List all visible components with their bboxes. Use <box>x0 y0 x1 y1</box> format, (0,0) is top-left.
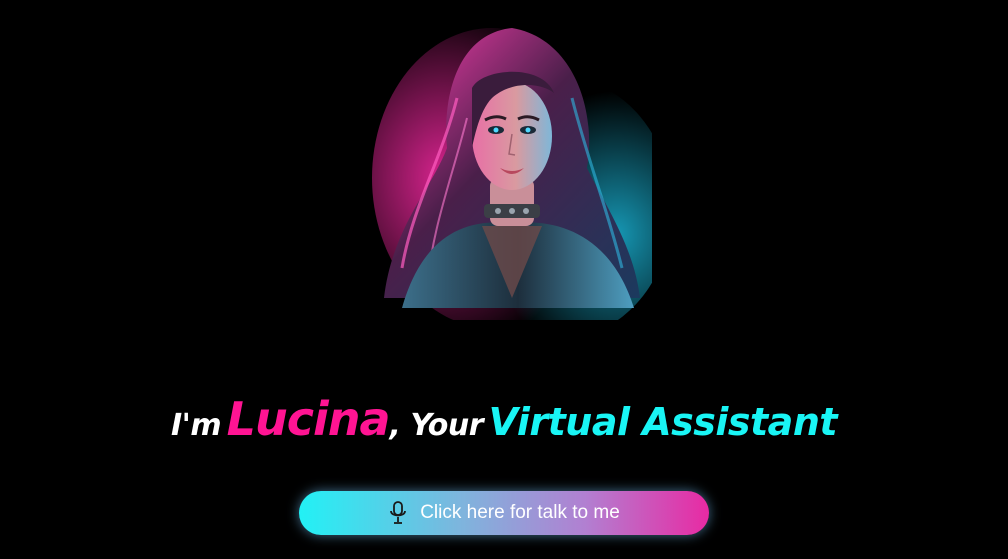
headline-your: , Your <box>389 408 484 443</box>
headline: I'm Lucina, Your Virtual Assistant <box>0 392 1008 446</box>
avatar-portrait-icon <box>372 28 652 320</box>
avatar-image <box>372 8 652 320</box>
headline-intro: I'm <box>170 408 222 443</box>
page: I'm Lucina, Your Virtual Assistant Click… <box>0 0 1008 559</box>
assistant-name: Lucina <box>226 392 391 446</box>
microphone-icon <box>388 500 408 526</box>
talk-button[interactable]: Click here for talk to me <box>299 491 709 535</box>
headline-accent: Virtual Assistant <box>488 400 838 444</box>
talk-button-label: Click here for talk to me <box>420 502 620 523</box>
